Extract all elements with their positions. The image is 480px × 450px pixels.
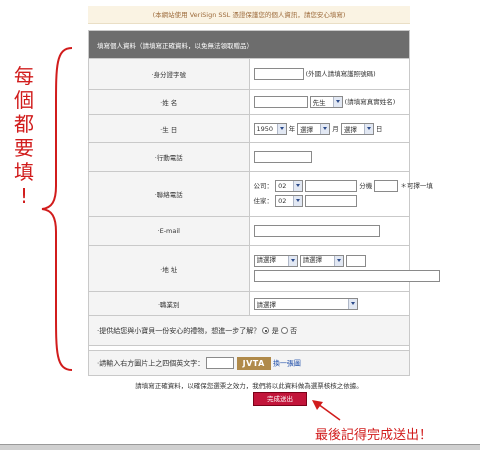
- personal-info-form: 填寫個人資料（請填寫正確資料，以免無法領取贈品） ‧身分證字號 (外國人請填寫護…: [88, 30, 440, 376]
- email-input[interactable]: [253, 225, 380, 237]
- title-select[interactable]: 先生: [309, 96, 343, 108]
- office-area-select[interactable]: 02: [275, 180, 304, 192]
- home-number-input[interactable]: [305, 195, 358, 207]
- home-label: 住家：: [253, 197, 274, 205]
- office-area-value: 02: [278, 181, 287, 190]
- annotation-submit: 最後記得完成送出！: [315, 428, 433, 443]
- chevron-down-icon: [347, 298, 357, 309]
- office-label: 公司：: [253, 182, 274, 190]
- birth-day-value: 選擇: [343, 125, 357, 134]
- district-select-value: 請選擇: [302, 256, 323, 264]
- chevron-down-icon: [363, 123, 373, 134]
- name-label: ‧姓 名: [88, 89, 250, 115]
- chevron-down-icon: [332, 97, 342, 107]
- occupation-select-value: 請選擇: [256, 300, 277, 309]
- captcha-row: ‧請輸入右方圖片上之四個英文字： JVTA 換一張圖: [88, 350, 410, 376]
- id-number-label: ‧身分證字號: [88, 58, 250, 90]
- occupation-label: ‧職業別: [88, 291, 250, 316]
- gift-no-label: 否: [290, 326, 298, 335]
- gift-yes-radio[interactable]: [262, 327, 270, 334]
- annotation-fill-all: 每 個 都 要 填 !: [14, 64, 34, 208]
- chevron-down-icon: [293, 196, 303, 206]
- chevron-down-icon: [320, 123, 330, 134]
- title-select-value: 先生: [312, 99, 326, 107]
- birthday-label: ‧生 日: [88, 114, 250, 143]
- curly-brace-icon: [41, 47, 73, 371]
- chevron-down-icon: [287, 255, 297, 266]
- captcha-input[interactable]: [206, 357, 235, 369]
- ssl-notice: (本網站使用 VeriSign SSL 憑證保護您的個人資訊，請您安心填寫): [88, 6, 410, 24]
- gift-question-row: ‧提供給您與小寶貝一份安心的禮物，想進一步了解？ 是 否: [88, 315, 410, 346]
- address-street-row: [253, 269, 440, 284]
- ext-input[interactable]: [374, 180, 399, 192]
- name-input[interactable]: [253, 96, 308, 108]
- gift-no-radio[interactable]: [280, 327, 288, 334]
- occupation-select[interactable]: 請選擇: [253, 297, 358, 310]
- birth-month-value: 選擇: [300, 125, 314, 134]
- captcha-label: ‧請輸入右方圖片上之四個英文字：: [97, 359, 205, 367]
- mobile-label: ‧行動電話: [88, 142, 250, 172]
- birth-year-value: 1950: [256, 124, 274, 133]
- chevron-down-icon: [293, 181, 303, 191]
- bottom-bar: [0, 444, 480, 450]
- address-label: ‧地 址: [88, 245, 250, 292]
- chevron-down-icon: [333, 255, 343, 266]
- footer-note: 請填寫正確資料，以確保您選票之效力，我們將以此資料做為選票核核之依據。: [135, 382, 363, 390]
- birth-month-select[interactable]: 選擇: [297, 122, 331, 135]
- refresh-captcha-link[interactable]: 換一張圖: [273, 359, 301, 367]
- mobile-input[interactable]: [253, 151, 312, 163]
- year-unit: 年: [288, 124, 296, 133]
- home-phone-row: 住家： 02: [254, 194, 406, 209]
- phone-label: ‧聯絡電話: [88, 171, 250, 217]
- street-input[interactable]: [253, 269, 440, 282]
- home-area-value: 02: [278, 196, 287, 205]
- chevron-down-icon: [276, 123, 286, 134]
- captcha-image: JVTA: [236, 356, 271, 370]
- day-unit: 日: [375, 124, 383, 133]
- birth-day-select[interactable]: 選擇: [340, 122, 374, 135]
- name-hint: (請填寫真實姓名): [344, 98, 396, 106]
- month-unit: 月: [332, 124, 339, 133]
- city-select-value: 請選擇: [256, 256, 277, 264]
- id-number-input[interactable]: [253, 68, 304, 80]
- home-area-select[interactable]: 02: [275, 195, 304, 207]
- address-select-row: 請選擇 請選擇: [253, 254, 406, 269]
- zip-input[interactable]: [345, 254, 366, 267]
- optional-note: ＊可擇一填: [400, 182, 433, 190]
- submit-button[interactable]: 完成送出: [253, 392, 307, 406]
- ext-label: 分機: [359, 182, 373, 190]
- email-label: ‧E-mail: [88, 216, 250, 246]
- office-number-input[interactable]: [305, 180, 358, 192]
- city-select[interactable]: 請選擇: [253, 254, 298, 267]
- id-number-hint: (外國人請填寫護照號碼): [305, 70, 376, 78]
- gift-yes-label: 是: [271, 326, 279, 335]
- district-select[interactable]: 請選擇: [299, 254, 344, 267]
- birth-year-select[interactable]: 1950: [253, 122, 287, 135]
- form-header: 填寫個人資料（請填寫正確資料，以免無法領取贈品）: [88, 30, 410, 59]
- gift-question-text: ‧提供給您與小寶貝一份安心的禮物，想進一步了解？: [97, 326, 261, 335]
- office-phone-row: 公司： 02 分機 ＊可擇一填: [253, 179, 433, 194]
